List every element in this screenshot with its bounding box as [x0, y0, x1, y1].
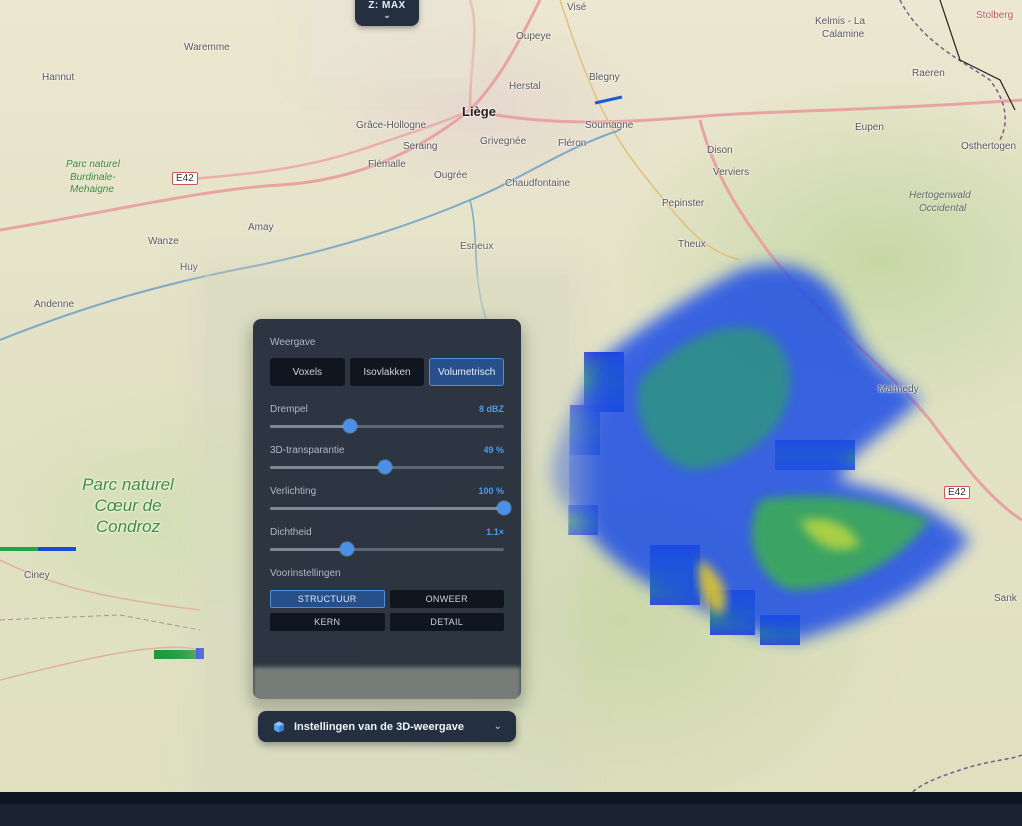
- slider-thumb[interactable]: [342, 419, 357, 433]
- slider-transparantie[interactable]: 3D-transparantie 49 %: [270, 445, 504, 481]
- park-label-condroz: Parc naturel Cœur de Condroz: [82, 475, 174, 536]
- slider-track[interactable]: [270, 460, 504, 474]
- map-label: Malmedy: [878, 384, 919, 395]
- map-label: Theux: [678, 239, 706, 250]
- preset-group: STRUCTUUR ONWEER KERN DETAIL: [270, 590, 504, 631]
- slider-label: Drempel: [270, 404, 308, 415]
- map-label: Liège: [462, 104, 496, 119]
- slider-value: 100 %: [478, 486, 504, 496]
- slider-track[interactable]: [270, 501, 511, 515]
- map-label: Grivegnée: [480, 136, 527, 147]
- chevron-down-icon: ⌄: [493, 721, 502, 732]
- slider-value: 8 dBZ: [478, 404, 504, 414]
- map-label: Sank: [994, 593, 1017, 604]
- map-label: Ciney: [24, 570, 50, 581]
- map-label: Hertogenwald: [909, 190, 971, 201]
- slider-label: 3D-transparantie: [270, 445, 345, 456]
- map-label: Blegny: [589, 72, 620, 83]
- map-label: Ougrée: [434, 170, 468, 181]
- map-label: Chaudfontaine: [505, 178, 571, 189]
- bottom-bar-edge: [0, 792, 1022, 804]
- slider-thumb[interactable]: [377, 460, 392, 474]
- slider-track[interactable]: [270, 542, 504, 556]
- slider-dichtheid[interactable]: Dichtheid 1.1×: [270, 527, 504, 563]
- map-label: Parc naturel: [66, 159, 120, 170]
- map-label: Wanze: [148, 236, 179, 247]
- section-title-weergave: Weergave: [270, 337, 316, 348]
- slider-track[interactable]: [270, 419, 504, 433]
- map-label: Grâce-Hollogne: [356, 120, 427, 131]
- section-title-voorinstellingen: Voorinstellingen: [270, 568, 341, 579]
- map-label: Fléron: [558, 138, 587, 149]
- map-label: Burdinale-: [70, 172, 116, 183]
- map-label: Pepinster: [662, 198, 705, 209]
- mode-volumetrisch-button[interactable]: Volumetrisch: [429, 358, 505, 386]
- map-label: Calamine: [822, 29, 865, 40]
- slider-value: 1.1×: [486, 527, 504, 537]
- map-label: Kelmis - La: [815, 16, 866, 27]
- cube-icon: [274, 721, 284, 732]
- toggle-label: Instellingen van de 3D-weergave: [294, 720, 464, 733]
- slider-thumb[interactable]: [340, 542, 355, 556]
- map-label: Dison: [707, 145, 733, 156]
- z-level-selector[interactable]: Z: MAX ⌄: [355, 0, 419, 26]
- slider-label: Verlichting: [270, 486, 317, 497]
- slider-fill: [270, 548, 348, 551]
- slider-value: 49 %: [483, 445, 504, 455]
- map-label: Oupeye: [516, 31, 552, 42]
- slider-label: Dichtheid: [270, 527, 312, 538]
- map-label: Huy: [180, 262, 198, 273]
- map-label: Flémalle: [368, 159, 406, 170]
- map-label: Soumagne: [585, 120, 634, 131]
- map-label: Verviers: [713, 167, 750, 178]
- slider-verlichting[interactable]: Verlichting 100 %: [270, 486, 511, 522]
- 3d-settings-toggle-button[interactable]: Instellingen van de 3D-weergave ⌄: [258, 711, 516, 742]
- preset-structuur-button[interactable]: STRUCTUUR: [270, 590, 385, 608]
- bottom-bar: [0, 792, 1022, 826]
- map-label: Esneux: [460, 241, 494, 252]
- map-label: Waremme: [184, 42, 230, 53]
- slider-fill: [270, 466, 385, 469]
- map-label: Seraing: [403, 141, 438, 152]
- slider-thumb[interactable]: [497, 501, 511, 515]
- road-shield-e42: E42: [944, 486, 970, 499]
- mode-isovlakken-button[interactable]: Isovlakken: [349, 358, 425, 386]
- slider-drempel[interactable]: Drempel 8 dBZ: [270, 404, 504, 440]
- preset-detail-button[interactable]: DETAIL: [389, 613, 504, 631]
- mode-voxels-button[interactable]: Voxels: [270, 358, 345, 386]
- map-label: Visé: [567, 2, 587, 13]
- map-label: Herstal: [509, 81, 541, 92]
- render-mode-group: Voxels Isovlakken Volumetrisch: [270, 358, 505, 386]
- map-label: Osthertogen: [961, 141, 1017, 152]
- map-label: Raeren: [912, 68, 945, 79]
- chevron-down-icon: ⌄: [383, 10, 391, 20]
- panel-fade-overlay: [253, 667, 521, 707]
- 3d-settings-panel: Weergave Voxels Isovlakken Volumetrisch …: [253, 319, 521, 699]
- map-label: Eupen: [855, 122, 884, 133]
- road-shield-e42: E42: [172, 172, 198, 185]
- slider-fill: [270, 425, 350, 428]
- map-label: Hannut: [42, 72, 75, 83]
- slider-fill: [270, 507, 504, 510]
- map-label: Mehaigne: [70, 184, 114, 195]
- map-label: Stolberg: [976, 10, 1014, 21]
- map-label: Amay: [248, 222, 274, 233]
- map-label: Occidental: [919, 203, 967, 214]
- preset-kern-button[interactable]: KERN: [270, 613, 385, 631]
- map-label: Andenne: [34, 299, 75, 310]
- preset-onweer-button[interactable]: ONWEER: [389, 590, 504, 608]
